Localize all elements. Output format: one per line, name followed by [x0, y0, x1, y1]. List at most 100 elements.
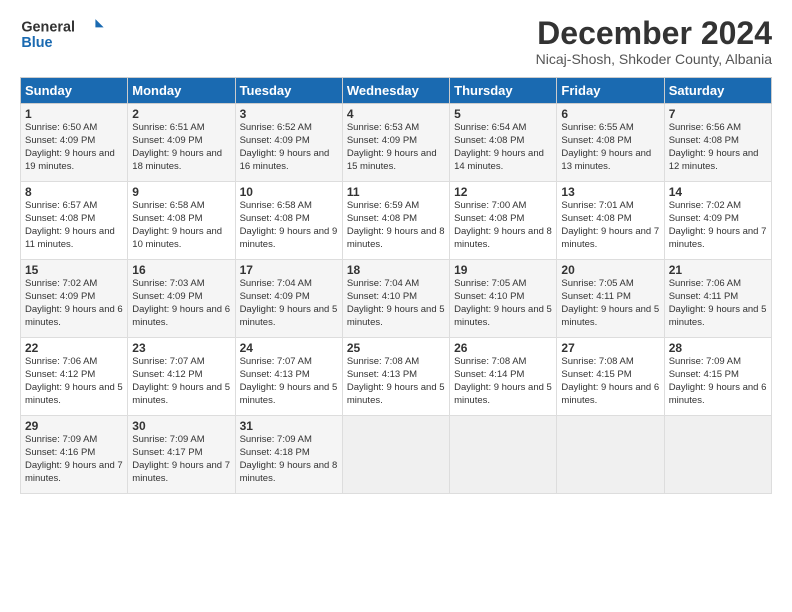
day-info: Sunrise: 6:59 AMSunset: 4:08 PMDaylight:…	[347, 200, 445, 249]
day-number: 7	[669, 107, 767, 121]
calendar-cell: 10 Sunrise: 6:58 AMSunset: 4:08 PMDaylig…	[235, 182, 342, 260]
calendar-cell: 14 Sunrise: 7:02 AMSunset: 4:09 PMDaylig…	[664, 182, 771, 260]
calendar-table: Sunday Monday Tuesday Wednesday Thursday…	[20, 77, 772, 494]
location-subtitle: Nicaj-Shosh, Shkoder County, Albania	[536, 51, 772, 67]
calendar-cell: 19 Sunrise: 7:05 AMSunset: 4:10 PMDaylig…	[450, 260, 557, 338]
calendar-cell: 27 Sunrise: 7:08 AMSunset: 4:15 PMDaylig…	[557, 338, 664, 416]
col-friday: Friday	[557, 78, 664, 104]
calendar-cell: 29 Sunrise: 7:09 AMSunset: 4:16 PMDaylig…	[21, 416, 128, 494]
calendar-cell: 13 Sunrise: 7:01 AMSunset: 4:08 PMDaylig…	[557, 182, 664, 260]
day-number: 26	[454, 341, 552, 355]
calendar-cell: 28 Sunrise: 7:09 AMSunset: 4:15 PMDaylig…	[664, 338, 771, 416]
day-number: 21	[669, 263, 767, 277]
day-info: Sunrise: 6:56 AMSunset: 4:08 PMDaylight:…	[669, 122, 759, 171]
day-number: 18	[347, 263, 445, 277]
day-info: Sunrise: 7:05 AMSunset: 4:11 PMDaylight:…	[561, 278, 659, 327]
calendar-cell: 15 Sunrise: 7:02 AMSunset: 4:09 PMDaylig…	[21, 260, 128, 338]
calendar-week-1: 1 Sunrise: 6:50 AMSunset: 4:09 PMDayligh…	[21, 104, 772, 182]
day-info: Sunrise: 7:04 AMSunset: 4:09 PMDaylight:…	[240, 278, 338, 327]
day-info: Sunrise: 7:07 AMSunset: 4:13 PMDaylight:…	[240, 356, 338, 405]
calendar-cell: 30 Sunrise: 7:09 AMSunset: 4:17 PMDaylig…	[128, 416, 235, 494]
day-number: 22	[25, 341, 123, 355]
day-number: 27	[561, 341, 659, 355]
calendar-cell: 17 Sunrise: 7:04 AMSunset: 4:09 PMDaylig…	[235, 260, 342, 338]
day-number: 28	[669, 341, 767, 355]
calendar-week-2: 8 Sunrise: 6:57 AMSunset: 4:08 PMDayligh…	[21, 182, 772, 260]
day-info: Sunrise: 6:50 AMSunset: 4:09 PMDaylight:…	[25, 122, 115, 171]
day-info: Sunrise: 6:52 AMSunset: 4:09 PMDaylight:…	[240, 122, 330, 171]
calendar-week-3: 15 Sunrise: 7:02 AMSunset: 4:09 PMDaylig…	[21, 260, 772, 338]
day-info: Sunrise: 7:02 AMSunset: 4:09 PMDaylight:…	[25, 278, 123, 327]
calendar-cell: 16 Sunrise: 7:03 AMSunset: 4:09 PMDaylig…	[128, 260, 235, 338]
day-number: 12	[454, 185, 552, 199]
day-number: 17	[240, 263, 338, 277]
calendar-cell: 6 Sunrise: 6:55 AMSunset: 4:08 PMDayligh…	[557, 104, 664, 182]
calendar-cell: 23 Sunrise: 7:07 AMSunset: 4:12 PMDaylig…	[128, 338, 235, 416]
day-number: 24	[240, 341, 338, 355]
day-info: Sunrise: 7:01 AMSunset: 4:08 PMDaylight:…	[561, 200, 659, 249]
day-number: 9	[132, 185, 230, 199]
day-info: Sunrise: 7:08 AMSunset: 4:15 PMDaylight:…	[561, 356, 659, 405]
col-wednesday: Wednesday	[342, 78, 449, 104]
col-saturday: Saturday	[664, 78, 771, 104]
day-number: 13	[561, 185, 659, 199]
day-info: Sunrise: 7:04 AMSunset: 4:10 PMDaylight:…	[347, 278, 445, 327]
col-thursday: Thursday	[450, 78, 557, 104]
day-info: Sunrise: 6:58 AMSunset: 4:08 PMDaylight:…	[240, 200, 338, 249]
logo-icon: General Blue	[20, 16, 105, 52]
calendar-cell: 9 Sunrise: 6:58 AMSunset: 4:08 PMDayligh…	[128, 182, 235, 260]
header-row: Sunday Monday Tuesday Wednesday Thursday…	[21, 78, 772, 104]
svg-text:Blue: Blue	[21, 35, 52, 51]
calendar-cell	[450, 416, 557, 494]
day-info: Sunrise: 6:58 AMSunset: 4:08 PMDaylight:…	[132, 200, 222, 249]
day-info: Sunrise: 6:57 AMSunset: 4:08 PMDaylight:…	[25, 200, 115, 249]
day-number: 23	[132, 341, 230, 355]
calendar-cell	[664, 416, 771, 494]
day-number: 3	[240, 107, 338, 121]
day-info: Sunrise: 7:05 AMSunset: 4:10 PMDaylight:…	[454, 278, 552, 327]
day-info: Sunrise: 6:51 AMSunset: 4:09 PMDaylight:…	[132, 122, 222, 171]
day-info: Sunrise: 7:06 AMSunset: 4:12 PMDaylight:…	[25, 356, 123, 405]
title-block: December 2024 Nicaj-Shosh, Shkoder Count…	[536, 16, 772, 67]
day-info: Sunrise: 6:55 AMSunset: 4:08 PMDaylight:…	[561, 122, 651, 171]
day-info: Sunrise: 7:02 AMSunset: 4:09 PMDaylight:…	[669, 200, 767, 249]
day-info: Sunrise: 7:00 AMSunset: 4:08 PMDaylight:…	[454, 200, 552, 249]
calendar-week-4: 22 Sunrise: 7:06 AMSunset: 4:12 PMDaylig…	[21, 338, 772, 416]
day-number: 11	[347, 185, 445, 199]
day-number: 16	[132, 263, 230, 277]
calendar-cell: 18 Sunrise: 7:04 AMSunset: 4:10 PMDaylig…	[342, 260, 449, 338]
calendar-cell: 31 Sunrise: 7:09 AMSunset: 4:18 PMDaylig…	[235, 416, 342, 494]
calendar-cell	[342, 416, 449, 494]
day-number: 19	[454, 263, 552, 277]
month-title: December 2024	[536, 16, 772, 51]
svg-text:General: General	[21, 19, 75, 35]
calendar-cell: 12 Sunrise: 7:00 AMSunset: 4:08 PMDaylig…	[450, 182, 557, 260]
day-info: Sunrise: 6:54 AMSunset: 4:08 PMDaylight:…	[454, 122, 544, 171]
day-number: 5	[454, 107, 552, 121]
day-number: 31	[240, 419, 338, 433]
col-monday: Monday	[128, 78, 235, 104]
day-number: 2	[132, 107, 230, 121]
calendar-cell: 3 Sunrise: 6:52 AMSunset: 4:09 PMDayligh…	[235, 104, 342, 182]
day-number: 15	[25, 263, 123, 277]
day-info: Sunrise: 7:09 AMSunset: 4:18 PMDaylight:…	[240, 434, 338, 483]
header: General Blue December 2024 Nicaj-Shosh, …	[20, 16, 772, 67]
calendar-cell: 4 Sunrise: 6:53 AMSunset: 4:09 PMDayligh…	[342, 104, 449, 182]
day-number: 8	[25, 185, 123, 199]
day-info: Sunrise: 7:09 AMSunset: 4:16 PMDaylight:…	[25, 434, 123, 483]
calendar-cell	[557, 416, 664, 494]
day-number: 29	[25, 419, 123, 433]
calendar-week-5: 29 Sunrise: 7:09 AMSunset: 4:16 PMDaylig…	[21, 416, 772, 494]
day-number: 25	[347, 341, 445, 355]
calendar-cell: 5 Sunrise: 6:54 AMSunset: 4:08 PMDayligh…	[450, 104, 557, 182]
day-info: Sunrise: 7:08 AMSunset: 4:13 PMDaylight:…	[347, 356, 445, 405]
day-info: Sunrise: 7:08 AMSunset: 4:14 PMDaylight:…	[454, 356, 552, 405]
day-number: 30	[132, 419, 230, 433]
day-number: 6	[561, 107, 659, 121]
calendar-cell: 2 Sunrise: 6:51 AMSunset: 4:09 PMDayligh…	[128, 104, 235, 182]
day-number: 4	[347, 107, 445, 121]
day-number: 1	[25, 107, 123, 121]
day-info: Sunrise: 6:53 AMSunset: 4:09 PMDaylight:…	[347, 122, 437, 171]
calendar-cell: 24 Sunrise: 7:07 AMSunset: 4:13 PMDaylig…	[235, 338, 342, 416]
day-info: Sunrise: 7:07 AMSunset: 4:12 PMDaylight:…	[132, 356, 230, 405]
